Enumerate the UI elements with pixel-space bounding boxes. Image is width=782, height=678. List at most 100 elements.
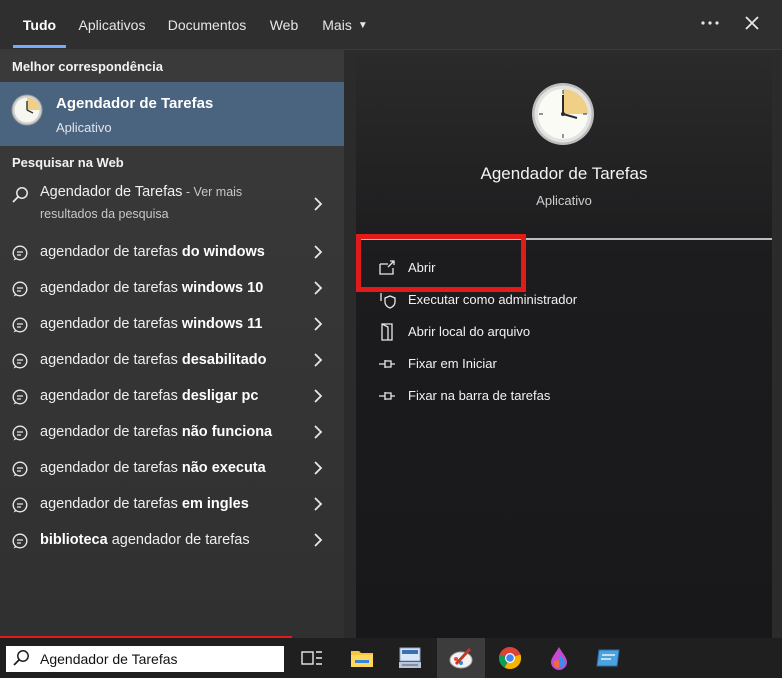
tab-web[interactable]: Web bbox=[262, 0, 306, 50]
web-suggestion-text: agendador de tarefas do windows bbox=[40, 244, 265, 260]
search-suggestion-icon bbox=[12, 533, 28, 549]
paint-button[interactable] bbox=[437, 638, 485, 678]
search-suggestion-icon bbox=[12, 425, 28, 441]
web-suggestion[interactable]: agendador de tarefas do windows bbox=[0, 234, 344, 270]
filter-tab-bar: Tudo Aplicativos Documentos Web Mais ▼ bbox=[0, 0, 782, 50]
pin-to-taskbar-label: Fixar na barra de tarefas bbox=[408, 388, 551, 403]
divider bbox=[356, 238, 772, 240]
web-suggestion-text: agendador de tarefas não executa bbox=[40, 460, 266, 476]
tab-apps-label: Aplicativos bbox=[78, 17, 146, 33]
suggestion-bold: biblioteca bbox=[40, 532, 108, 548]
search-icon bbox=[12, 187, 28, 203]
web-suggestion[interactable]: biblioteca agendador de tarefas bbox=[0, 522, 344, 558]
pin-icon bbox=[379, 360, 395, 368]
web-result-main-more-2: resultados da pesquisa bbox=[40, 207, 169, 221]
pin-to-taskbar-action[interactable]: Fixar na barra de tarefas bbox=[356, 381, 772, 411]
best-match-type: Aplicativo bbox=[56, 120, 112, 135]
suggestion-plain: agendador de tarefas bbox=[40, 316, 182, 332]
suggestion-plain: agendador de tarefas bbox=[40, 352, 182, 368]
tab-more[interactable]: Mais ▼ bbox=[314, 0, 376, 50]
open-icon bbox=[379, 260, 395, 275]
pc-app-button[interactable] bbox=[386, 638, 434, 678]
chevron-right-icon bbox=[314, 353, 323, 367]
run-as-admin-label: Executar como administrador bbox=[408, 292, 578, 307]
search-suggestion-icon bbox=[12, 317, 28, 333]
suggestion-bold: windows 11 bbox=[181, 316, 263, 332]
suggestion-plain: agendador de tarefas bbox=[40, 244, 182, 260]
pin-to-start-action[interactable]: Fixar em Iniciar bbox=[356, 349, 772, 379]
best-match-result[interactable]: Agendador de Tarefas Aplicativo bbox=[0, 82, 344, 146]
web-suggestion[interactable]: agendador de tarefas em ingles bbox=[0, 486, 344, 522]
color-drop-app-button[interactable] bbox=[535, 638, 583, 678]
pin-to-start-label: Fixar em Iniciar bbox=[408, 356, 497, 371]
chevron-right-icon bbox=[314, 497, 323, 511]
search-suggestion-icon bbox=[12, 245, 28, 261]
file-explorer-button[interactable] bbox=[338, 638, 386, 678]
clock-icon bbox=[11, 94, 43, 126]
admin-shield-icon bbox=[380, 293, 396, 309]
chevron-right-icon bbox=[314, 533, 323, 547]
chevron-right-icon bbox=[314, 425, 323, 439]
web-suggestion-text: agendador de tarefas windows 10 bbox=[40, 280, 263, 296]
web-result-main[interactable]: Agendador de Tarefas - Ver mais resultad… bbox=[0, 178, 344, 232]
tab-web-label: Web bbox=[269, 17, 299, 33]
caret-down-icon: ▼ bbox=[357, 19, 368, 31]
suggestion-plain: agendador de tarefas bbox=[40, 424, 182, 440]
open-action[interactable]: Abrir bbox=[356, 253, 772, 283]
taskbar-search-input[interactable]: Agendador de Tarefas bbox=[6, 646, 284, 672]
tab-apps[interactable]: Aplicativos bbox=[72, 0, 152, 50]
more-options-button[interactable] bbox=[690, 0, 730, 46]
web-suggestion-text: agendador de tarefas windows 11 bbox=[40, 316, 262, 332]
web-suggestion-text: agendador de tarefas desabilitado bbox=[40, 352, 267, 368]
open-file-location-action[interactable]: Abrir local do arquivo bbox=[356, 317, 772, 347]
chevron-right-icon bbox=[314, 281, 323, 295]
web-suggestion[interactable]: agendador de tarefas windows 11 bbox=[0, 306, 344, 342]
more-icon bbox=[701, 21, 719, 25]
close-icon bbox=[745, 16, 759, 30]
web-suggestion-text: agendador de tarefas em ingles bbox=[40, 496, 249, 512]
pin-icon bbox=[379, 392, 395, 400]
web-suggestion[interactable]: agendador de tarefas windows 10 bbox=[0, 270, 344, 306]
suggestion-bold: não funciona bbox=[181, 424, 273, 440]
task-view-button[interactable] bbox=[288, 638, 336, 678]
clock-icon bbox=[532, 83, 594, 145]
chevron-right-icon bbox=[314, 389, 323, 403]
suggestion-bold: do windows bbox=[181, 244, 265, 260]
chevron-right-icon bbox=[314, 317, 323, 331]
chevron-right-icon bbox=[314, 245, 323, 259]
tab-all[interactable]: Tudo bbox=[13, 0, 66, 50]
suggestion-plain: agendador de tarefas bbox=[40, 496, 182, 512]
web-suggestion[interactable]: agendador de tarefas desligar pc bbox=[0, 378, 344, 414]
search-suggestion-icon bbox=[12, 389, 28, 405]
taskbar-search-value: Agendador de Tarefas bbox=[40, 651, 178, 667]
tab-all-label: Tudo bbox=[22, 17, 57, 33]
run-as-admin-action[interactable]: Executar como administrador bbox=[356, 285, 772, 315]
tab-documents[interactable]: Documentos bbox=[160, 0, 254, 50]
results-panel: Melhor correspondência Agendador de Tare… bbox=[0, 50, 344, 638]
file-explorer-icon bbox=[351, 651, 373, 667]
web-suggestion[interactable]: agendador de tarefas não funciona bbox=[0, 414, 344, 450]
web-result-main-line1: Agendador de Tarefas - Ver mais bbox=[40, 184, 242, 200]
paint-icon bbox=[449, 647, 473, 669]
open-label: Abrir bbox=[408, 260, 436, 275]
suggestion-bold: windows 10 bbox=[181, 280, 264, 296]
color-drop-app-icon bbox=[551, 647, 567, 670]
tab-more-label: Mais bbox=[322, 17, 352, 33]
taskbar: Agendador de Tarefas bbox=[0, 638, 782, 678]
suggestion-plain: agendador de tarefas bbox=[40, 280, 182, 296]
chrome-icon bbox=[498, 647, 522, 670]
app-type: Aplicativo bbox=[536, 193, 592, 208]
web-suggestion[interactable]: agendador de tarefas não executa bbox=[0, 450, 344, 486]
card-app-icon bbox=[596, 649, 620, 667]
suggestion-plain: agendador de tarefas bbox=[107, 532, 250, 548]
suggestion-bold: não executa bbox=[181, 460, 266, 476]
web-suggestion[interactable]: agendador de tarefas desabilitado bbox=[0, 342, 344, 378]
chrome-button[interactable] bbox=[486, 638, 534, 678]
card-app-button[interactable] bbox=[584, 638, 632, 678]
web-suggestion-text: biblioteca agendador de tarefas bbox=[40, 532, 250, 548]
suggestion-bold: em ingles bbox=[181, 496, 249, 512]
close-button[interactable] bbox=[732, 0, 772, 46]
web-result-main-more: - Ver mais bbox=[182, 185, 243, 199]
search-suggestion-icon bbox=[12, 497, 28, 513]
app-title: Agendador de Tarefas bbox=[480, 164, 648, 183]
